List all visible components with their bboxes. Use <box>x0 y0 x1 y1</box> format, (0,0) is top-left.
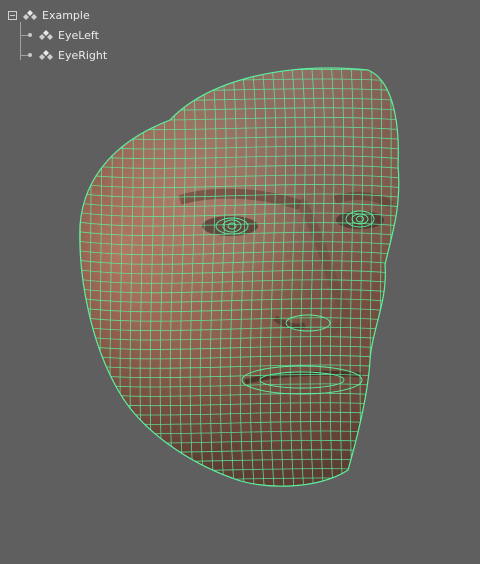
outliner-item-eyeright[interactable]: EyeRight <box>28 46 107 64</box>
mesh-edge <box>60 495 420 500</box>
collapse-icon[interactable] <box>8 10 17 20</box>
3d-viewport[interactable] <box>0 0 480 560</box>
bullet-icon <box>28 33 32 37</box>
outliner-item-label: EyeRight <box>58 48 108 62</box>
mesh-edge <box>79 485 399 487</box>
face-mesh <box>60 50 420 500</box>
outliner-item-label: EyeLeft <box>58 28 99 42</box>
tree-line <box>20 35 28 36</box>
tree-line <box>20 55 28 56</box>
bullet-icon <box>28 53 32 57</box>
outliner-item-example[interactable]: Example <box>8 6 90 24</box>
outliner-item-eyeleft[interactable]: EyeLeft <box>28 26 99 44</box>
outliner-panel: Example EyeLeft EyeRight <box>8 6 168 70</box>
mesh-edge <box>400 50 401 500</box>
transform-node-icon <box>39 30 53 40</box>
transform-node-icon <box>23 10 37 20</box>
transform-node-icon <box>39 50 53 60</box>
mesh-edge <box>79 68 81 487</box>
outliner-item-label: Example <box>42 8 90 22</box>
